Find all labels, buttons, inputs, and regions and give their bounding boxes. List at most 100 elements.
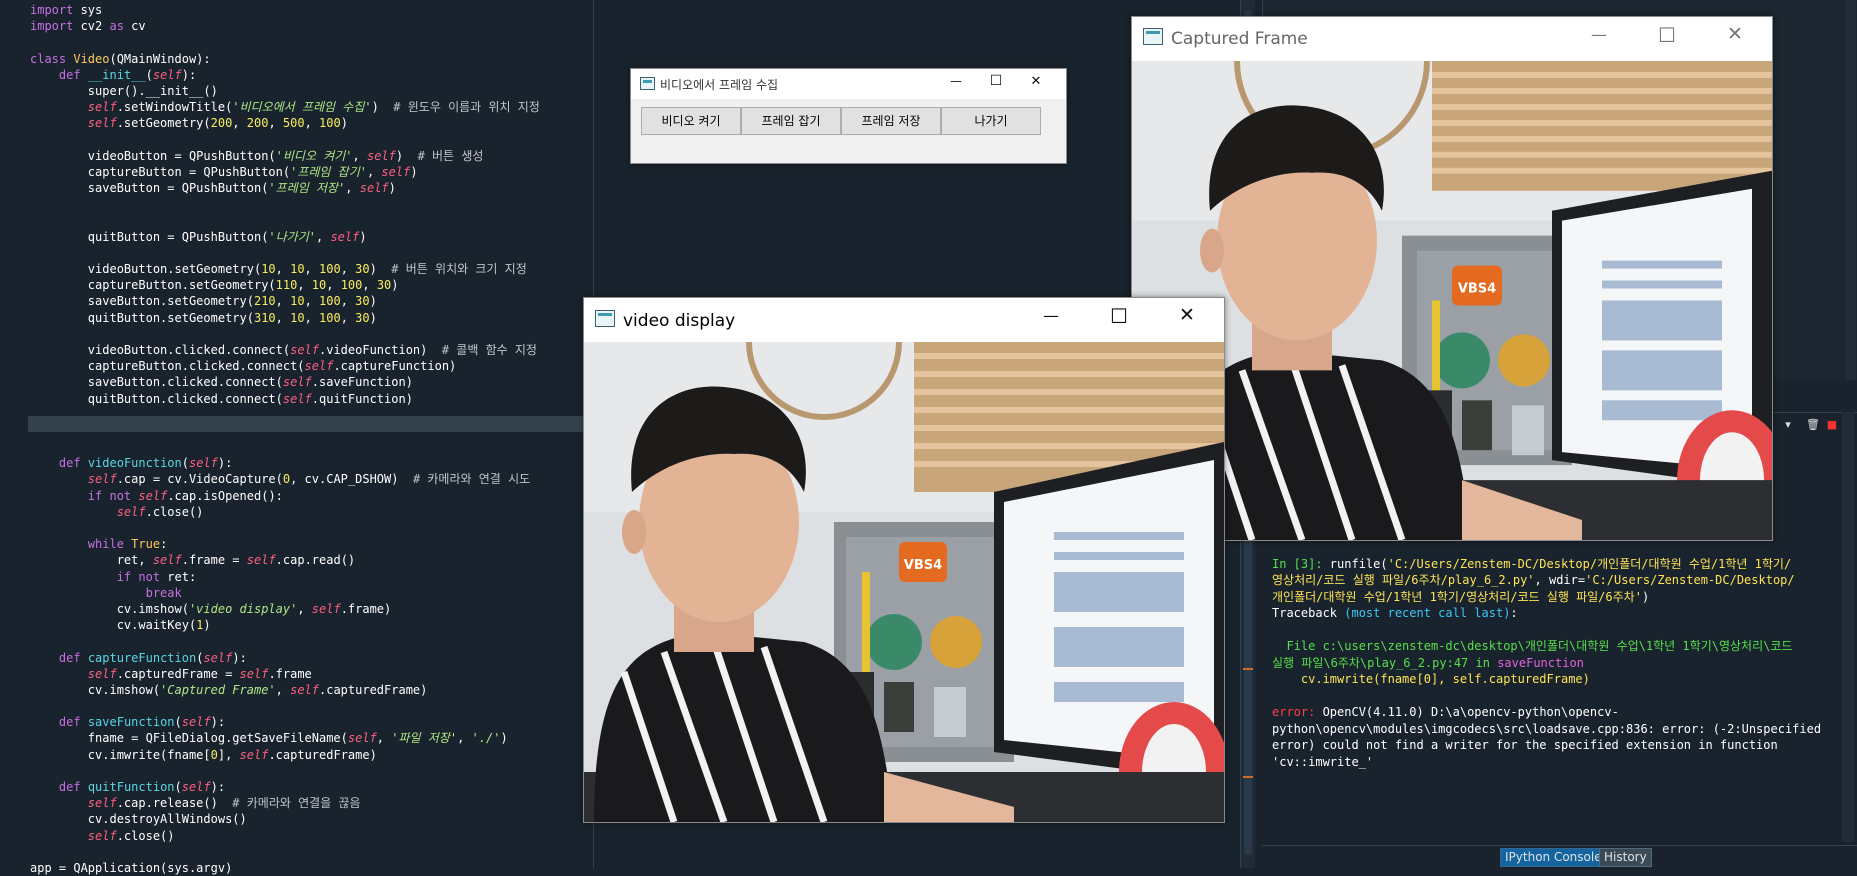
- close-button[interactable]: ✕: [1165, 304, 1209, 326]
- code-line: break: [30, 585, 590, 601]
- console-scrollbar[interactable]: [1842, 412, 1854, 842]
- code-token: .capturedFrame): [319, 682, 428, 697]
- code-line: self.setGeometry(200, 200, 500, 100): [30, 115, 590, 131]
- code-token: ): [369, 262, 392, 276]
- code-token: ): [388, 181, 396, 196]
- code-token: ): [1641, 589, 1650, 604]
- captured-frame-window[interactable]: Captured Frame — ☐ ✕ VBS4: [1131, 16, 1773, 541]
- code-token: quitButton.clicked.connect(: [30, 391, 283, 406]
- code-token: 100: [319, 262, 341, 276]
- quit-button[interactable]: 나가기: [941, 107, 1041, 135]
- code-token: 100: [319, 310, 341, 325]
- code-token: error:: [1272, 705, 1323, 719]
- code-line: def captureFunction(self):: [30, 650, 590, 666]
- code-token: cv.imshow(: [30, 601, 189, 616]
- console-menu-icon[interactable]: ▾: [1782, 419, 1794, 431]
- code-token: .quitFunction): [311, 391, 413, 406]
- code-token: ):: [210, 780, 226, 794]
- code-line: ret, self.frame = self.cap.read(): [30, 552, 590, 568]
- tab-ipython-console[interactable]: IPython Console: [1500, 848, 1607, 867]
- code-token: 200: [210, 116, 233, 131]
- code-token: '비디오 켜기': [275, 148, 353, 163]
- poster-text: VBS4: [1458, 282, 1496, 297]
- code-token: .frame =: [181, 553, 247, 568]
- clear-console-icon[interactable]: 🗑: [1806, 419, 1820, 431]
- stop-icon[interactable]: ■: [1826, 419, 1838, 431]
- maximize-button[interactable]: ☐: [981, 73, 1011, 89]
- code-line: cv.destroyAllWindows(): [30, 811, 590, 827]
- minimize-button[interactable]: —: [1029, 306, 1073, 325]
- code-token: .videoFunction): [319, 342, 442, 357]
- close-button[interactable]: ✕: [1713, 23, 1757, 45]
- code-token: ,: [304, 262, 319, 276]
- code-line: self.close(): [30, 504, 590, 520]
- code-token: def: [58, 780, 81, 794]
- video-display-titlebar[interactable]: video display — ☐ ✕: [584, 298, 1224, 342]
- maximize-button[interactable]: ☐: [1645, 23, 1689, 47]
- minimize-button[interactable]: —: [941, 74, 971, 88]
- code-line: if not self.cap.isOpened():: [30, 488, 590, 504]
- code-token: not: [138, 569, 161, 584]
- code-token: 'video display': [188, 601, 298, 616]
- code-token: In [3]:: [1272, 556, 1330, 571]
- code-token: ,: [268, 116, 283, 131]
- code-token: while: [87, 537, 124, 552]
- code-token: c:\users\zenstem-dc\desktop\개인폴더\대학원 수업\…: [1322, 639, 1793, 653]
- code-token: self: [290, 342, 319, 357]
- code-token: .setWindowTitle(: [116, 100, 233, 115]
- maximize-button[interactable]: ☐: [1097, 304, 1141, 328]
- code-token: 10: [311, 278, 327, 293]
- close-button[interactable]: ✕: [1021, 74, 1051, 89]
- code-area[interactable]: import sys import cv2 as cv class Video(Q…: [30, 2, 590, 876]
- console-line: error) could not find a writer for the s…: [1272, 737, 1842, 754]
- console-line: File c:\users\zenstem-dc\desktop\개인폴더\대학…: [1272, 638, 1842, 655]
- code-line: captureButton.setGeometry(110, 10, 100, …: [30, 277, 590, 293]
- code-token: ,: [352, 148, 367, 163]
- code-token: def: [58, 650, 81, 665]
- webcam-image: VBS4: [584, 342, 1224, 822]
- code-token: 10: [261, 262, 276, 276]
- code-token: ,: [340, 294, 356, 309]
- code-token: .cap = cv.VideoCapture(: [116, 472, 283, 487]
- code-token: ,: [326, 278, 341, 293]
- code-token: ): [410, 164, 418, 179]
- code-token: if: [87, 488, 103, 503]
- code-token: ,: [366, 164, 382, 179]
- code-line: self.close(): [30, 828, 590, 844]
- video-on-button[interactable]: 비디오 켜기: [641, 107, 741, 135]
- capture-frame-button[interactable]: 프레임 잡기: [741, 107, 841, 135]
- code-token: .capturedFrame): [268, 747, 377, 762]
- code-line: fname = QFileDialog.getSaveFileName(self…: [30, 730, 590, 746]
- code-token: self: [181, 780, 211, 794]
- video-display-window[interactable]: video display — ☐ ✕ VBS4: [583, 297, 1225, 823]
- minimize-button[interactable]: —: [1577, 25, 1621, 44]
- code-token: videoButton.clicked.connect(: [30, 342, 291, 357]
- code-token: 'C:/Users/Zenstem-DC/Desktop/개인폴더/대학원 수업…: [1387, 556, 1792, 571]
- code-token: ):: [181, 67, 197, 82]
- top-pane-scrollbar[interactable]: [1846, 0, 1856, 380]
- code-token: ,: [275, 310, 291, 325]
- tab-history[interactable]: History: [1599, 848, 1652, 867]
- code-token: self: [246, 553, 276, 568]
- qt-window-titlebar[interactable]: 비디오에서 프레임 수집 — ☐ ✕: [631, 69, 1066, 99]
- code-token: self: [87, 100, 117, 115]
- code-line: import sys: [30, 2, 590, 18]
- code-token: Video: [73, 51, 110, 66]
- code-token: cv2: [73, 19, 110, 34]
- captured-frame-titlebar[interactable]: Captured Frame — ☐ ✕: [1132, 17, 1772, 61]
- code-token: self: [152, 67, 182, 82]
- qt-main-window[interactable]: 비디오에서 프레임 수집 — ☐ ✕ 비디오 켜기 프레임 잡기 프레임 저장 …: [630, 68, 1067, 164]
- code-token: fname = QFileDialog.getSaveFileName(: [30, 731, 348, 746]
- console-line: Traceback (most recent call last):: [1272, 605, 1842, 622]
- poster-text: VBS4: [904, 558, 942, 573]
- save-frame-button[interactable]: 프레임 저장: [841, 107, 941, 135]
- qt-window-body: 비디오 켜기 프레임 잡기 프레임 저장 나가기: [631, 99, 1066, 163]
- code-token: ,: [362, 278, 377, 293]
- code-token: ],: [217, 747, 240, 762]
